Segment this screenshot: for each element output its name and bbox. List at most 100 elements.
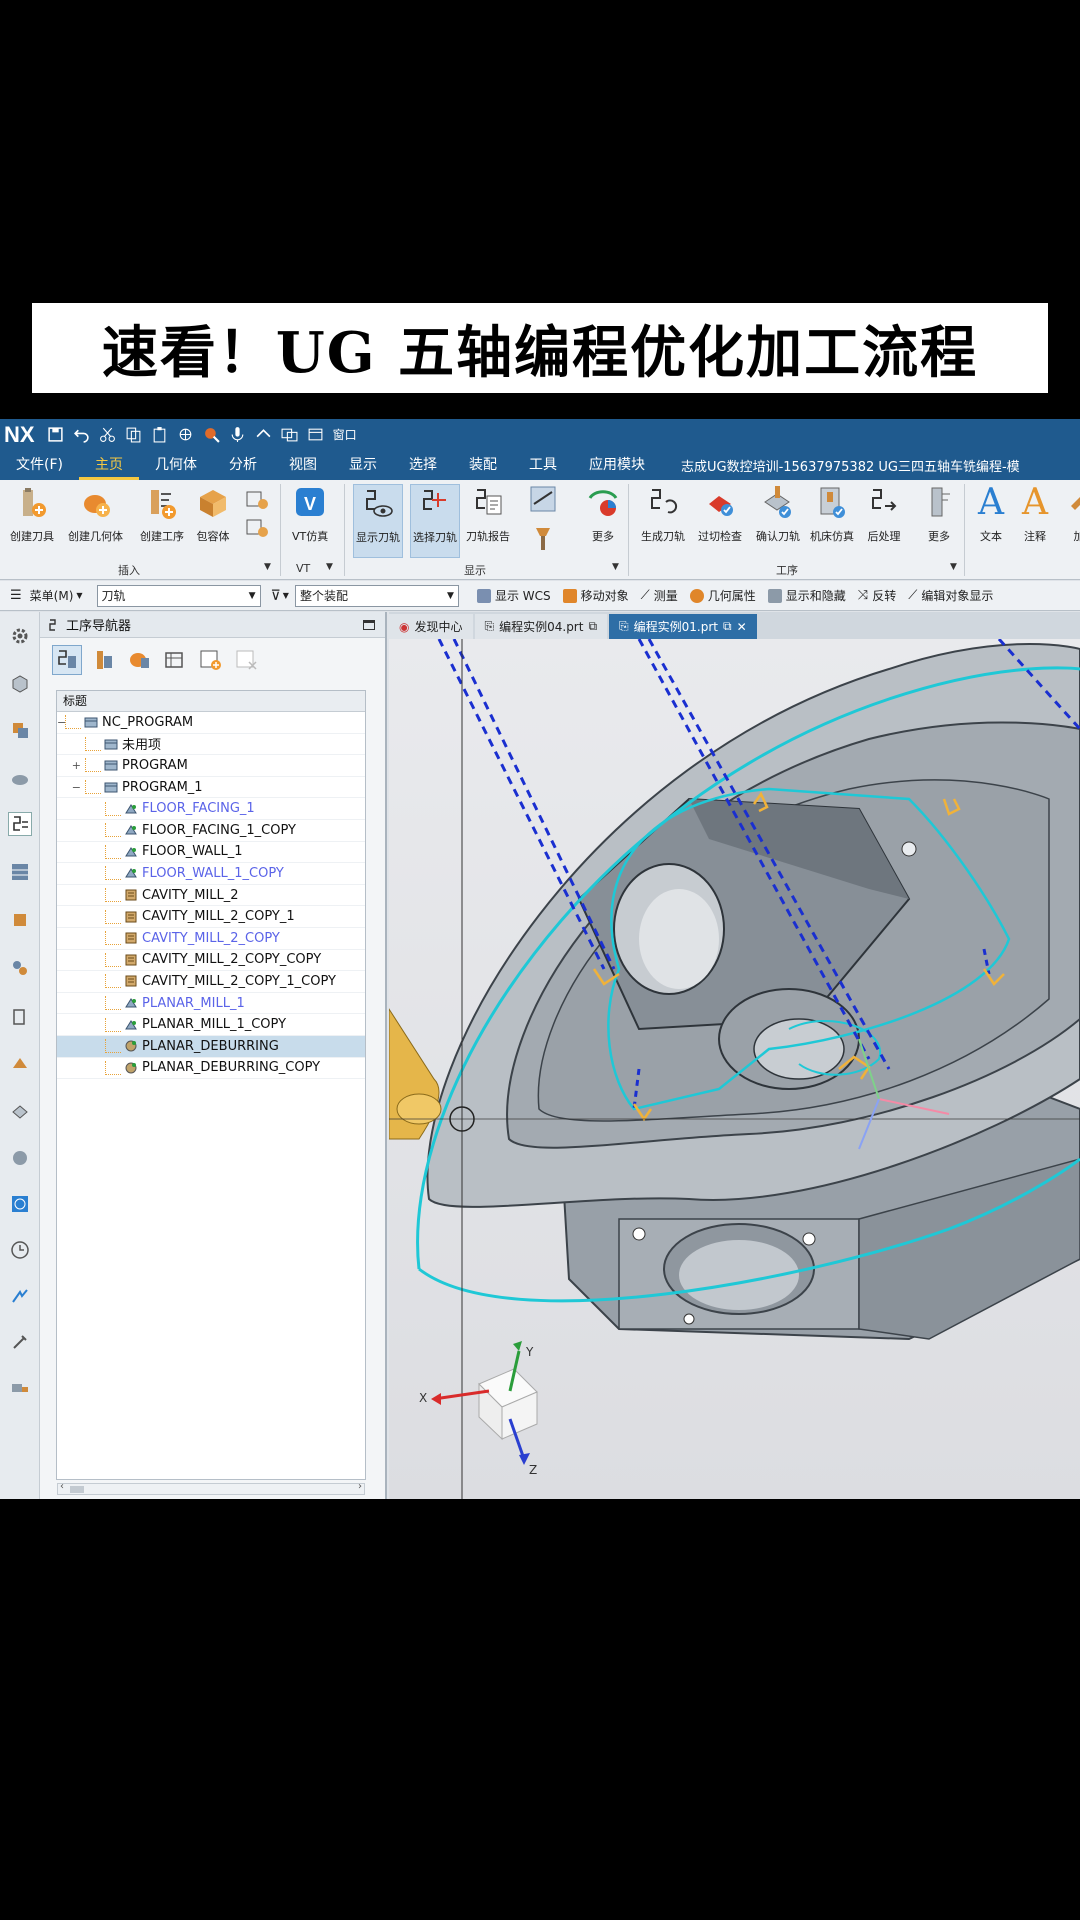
- filter-dropdown-icon[interactable]: ▼: [283, 591, 289, 600]
- clock-icon[interactable]: [8, 1238, 32, 1262]
- scroll-thumb[interactable]: [70, 1486, 84, 1493]
- display-extra-button-bottom[interactable]: [526, 524, 560, 560]
- operation-group-dropdown-icon[interactable]: ▼: [950, 562, 957, 572]
- postprocess-button[interactable]: 后处理: [867, 484, 901, 544]
- system-materials-icon[interactable]: [8, 1146, 32, 1170]
- tree-row[interactable]: FLOOR_WALL_1_COPY: [57, 863, 365, 885]
- tree-row[interactable]: CAVITY_MILL_2: [57, 885, 365, 907]
- scroll-right-icon[interactable]: ›: [358, 1481, 362, 1492]
- select-toolpath-button[interactable]: 选择刀轨: [410, 484, 460, 558]
- menu-item-3[interactable]: 分析: [213, 450, 273, 480]
- geometry-view-icon[interactable]: [124, 645, 154, 675]
- annotation-more-button[interactable]: 加: [1062, 484, 1080, 544]
- display-more-button[interactable]: 更多: [586, 484, 620, 544]
- operation-navigator-icon[interactable]: [8, 812, 32, 836]
- hd3d-tools-icon[interactable]: [8, 1004, 32, 1028]
- cut-icon[interactable]: [99, 426, 116, 443]
- history-icon[interactable]: [8, 1100, 32, 1124]
- display-extra-button-top[interactable]: [526, 484, 560, 520]
- delete-program-icon[interactable]: [232, 645, 262, 675]
- tree-row[interactable]: FLOOR_FACING_1: [57, 798, 365, 820]
- move-object-button[interactable]: 移动对象: [562, 587, 629, 604]
- tree-row[interactable]: FLOOR_FACING_1_COPY: [57, 820, 365, 842]
- machining-method-view-icon[interactable]: [160, 645, 190, 675]
- menu-item-4[interactable]: 视图: [273, 450, 333, 480]
- maximize-icon[interactable]: [363, 619, 375, 630]
- gouge-check-button[interactable]: 过切检查: [698, 484, 742, 544]
- create-tool-button[interactable]: 创建刀具: [10, 484, 54, 544]
- filter-icon[interactable]: ⊽: [271, 588, 281, 604]
- settings-gear-icon[interactable]: [8, 624, 32, 648]
- tree-row[interactable]: + PROGRAM: [57, 755, 365, 777]
- menu-icon[interactable]: ☰: [10, 588, 22, 603]
- repeat-command-icon[interactable]: [177, 426, 194, 443]
- reuse-library-icon[interactable]: [8, 956, 32, 980]
- name-column-header[interactable]: 标题: [57, 691, 365, 712]
- close-tab-icon[interactable]: ✕: [737, 620, 747, 634]
- edit-object-display-button[interactable]: ⟋ 编辑对象显示: [908, 587, 993, 604]
- tree-row[interactable]: PLANAR_DEBURRING: [57, 1036, 365, 1058]
- selection-scope-select[interactable]: 整个装配 ▼: [294, 584, 459, 607]
- window-menu-label[interactable]: 窗口: [333, 426, 357, 443]
- tree-row[interactable]: CAVITY_MILL_2_COPY: [57, 928, 365, 950]
- tree-row[interactable]: 未用项: [57, 734, 365, 756]
- create-operation-button[interactable]: 创建工序: [140, 484, 184, 544]
- assembly-navigator-icon[interactable]: [8, 718, 32, 742]
- tree-row[interactable]: PLANAR_DEBURRING_COPY: [57, 1058, 365, 1080]
- generate-toolpath-button[interactable]: 生成刀轨: [641, 484, 685, 544]
- globe-icon[interactable]: [8, 1192, 32, 1216]
- tab-example01[interactable]: ⎘ 编程实例01.prt ⧉ ✕: [609, 614, 757, 639]
- display-toolpath-button[interactable]: 显示刀轨: [353, 484, 403, 558]
- reverse-button[interactable]: ⤨ 反转: [858, 587, 896, 604]
- menu-item-9[interactable]: 应用模块: [573, 450, 661, 480]
- program-order-view-icon[interactable]: [52, 645, 82, 675]
- part-navigator-icon[interactable]: [8, 672, 32, 696]
- measure-button[interactable]: ⟋ 测量: [641, 587, 678, 604]
- tree-row[interactable]: CAVITY_MILL_2_COPY_1_COPY: [57, 971, 365, 993]
- display-group-dropdown-icon[interactable]: ▼: [612, 562, 619, 572]
- graphics-window[interactable]: Y X Z: [389, 639, 1080, 1499]
- menu-item-5[interactable]: 显示: [333, 450, 393, 480]
- tree-row[interactable]: FLOOR_WALL_1: [57, 842, 365, 864]
- copy-icon[interactable]: [125, 426, 142, 443]
- type-filter-select[interactable]: 刀轨 ▼: [96, 584, 261, 607]
- truck-icon[interactable]: [8, 1376, 32, 1400]
- roles-icon[interactable]: [8, 1284, 32, 1308]
- machine-tool-view-icon[interactable]: [88, 645, 118, 675]
- show-wcs-button[interactable]: 显示 WCS: [476, 587, 551, 604]
- switch-window-icon[interactable]: [281, 426, 298, 443]
- web-browser-icon[interactable]: [8, 1052, 32, 1076]
- tree-row[interactable]: PLANAR_MILL_1: [57, 993, 365, 1015]
- microphone-icon[interactable]: [229, 426, 246, 443]
- machine-tool-navigator-icon[interactable]: [8, 860, 32, 884]
- menu-item-0[interactable]: 文件(F): [0, 450, 79, 480]
- tree-row[interactable]: − PROGRAM_1: [57, 777, 365, 799]
- tab-discovery-center[interactable]: ◉ 发现中心: [389, 614, 473, 639]
- toolpath-report-button[interactable]: 刀轨报告: [466, 484, 510, 544]
- tools-icon[interactable]: [8, 1330, 32, 1354]
- menu-item-6[interactable]: 选择: [393, 450, 453, 480]
- create-program-icon[interactable]: [196, 645, 226, 675]
- insert-extra-button[interactable]: [241, 486, 275, 552]
- tree-row[interactable]: − NC_PROGRAM: [57, 712, 365, 734]
- paste-icon[interactable]: [151, 426, 168, 443]
- text-button[interactable]: A 文本: [974, 484, 1008, 544]
- constraint-navigator-icon[interactable]: [8, 766, 32, 790]
- menu-item-2[interactable]: 几何体: [139, 450, 213, 480]
- machine-simulation-button[interactable]: 机床仿真: [810, 484, 854, 544]
- tree-expander[interactable]: −: [57, 716, 66, 729]
- navigator-horizontal-scrollbar[interactable]: ‹ ›: [57, 1481, 365, 1495]
- tab-example04[interactable]: ⎘ 编程实例04.prt ⧉: [474, 614, 608, 639]
- tree-expander[interactable]: −: [57, 781, 85, 794]
- vt-simulation-button[interactable]: V VT仿真: [292, 484, 328, 544]
- save-icon[interactable]: [47, 426, 64, 443]
- menu-item-7[interactable]: 装配: [453, 450, 513, 480]
- tree-row[interactable]: CAVITY_MILL_2_COPY_COPY: [57, 950, 365, 972]
- menu-item-1[interactable]: 主页: [78, 450, 139, 480]
- operation-more-button[interactable]: 更多: [922, 484, 956, 544]
- tree-row[interactable]: CAVITY_MILL_2_COPY_1: [57, 906, 365, 928]
- note-button[interactable]: A 注释: [1018, 484, 1052, 544]
- menu-item-8[interactable]: 工具: [513, 450, 573, 480]
- tree-expander[interactable]: +: [57, 759, 85, 772]
- window-icon[interactable]: [307, 426, 324, 443]
